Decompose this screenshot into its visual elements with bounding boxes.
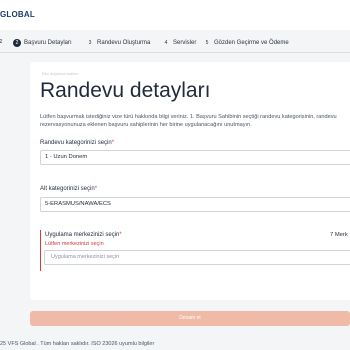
step-3[interactable]: 3 Randevu Oluşturma	[86, 39, 151, 47]
top-bar: GLOBAL	[0, 0, 350, 30]
step-1[interactable]: iz	[0, 39, 2, 45]
step-number: 4	[164, 40, 168, 46]
center-field-group: Uygulama merkezinizi seçin* Lütfen merke…	[40, 230, 350, 271]
required-mark: *	[111, 140, 115, 146]
subcategory-label-text: Alt kategorinizi seçin	[40, 186, 95, 192]
required-mark: *	[94, 186, 98, 192]
step-number: 3	[88, 40, 92, 46]
continue-button[interactable]: Devam et	[30, 311, 350, 326]
appointment-details-card: Eko dağıtıma katılım Randevu detayları L…	[30, 62, 350, 300]
steps-divider	[0, 52, 350, 53]
required-mark: *	[119, 232, 122, 238]
step-number: 2	[13, 39, 21, 47]
progress-steps: iz 2 Başvuru Detayları 3 Randevu Oluştur…	[0, 36, 350, 52]
center-label: Uygulama merkezinizi seçin*	[45, 232, 122, 238]
card-caption: Eko dağıtıma katılım	[42, 71, 79, 76]
center-error-message: Lütfen merkezinizi seçin	[45, 241, 104, 247]
subcategory-select-value: 5-ERASMUS/NAWA/ECS	[45, 201, 111, 207]
centers-count-note: 7 Merk	[330, 232, 348, 238]
center-select-placeholder: Uygulama merkezinizi seçin	[51, 254, 120, 260]
page-title: Randevu detayları	[40, 79, 211, 102]
subcategory-select[interactable]: 5-ERASMUS/NAWA/ECS	[40, 197, 350, 212]
step-number: 5	[205, 40, 209, 46]
step-2[interactable]: 2 Başvuru Detayları	[13, 39, 72, 47]
step-label: iz	[0, 39, 3, 45]
step-5[interactable]: 5 Gözden Geçirme ve Ödeme	[203, 39, 289, 47]
step-label: Randevu Oluşturma	[97, 40, 151, 46]
category-select[interactable]: 1 - Uzun Donem	[40, 150, 350, 165]
category-select-value: 1 - Uzun Donem	[45, 154, 88, 160]
step-label: Başvuru Detayları	[24, 40, 72, 46]
step-4[interactable]: 4 Servisler	[162, 39, 197, 47]
footer-text: 25 VFS Global . Tüm hakları saklıdır. IS…	[0, 341, 155, 347]
center-select[interactable]: Uygulama merkezinizi seçin	[44, 250, 350, 265]
center-label-text: Uygulama merkezinizi seçin	[45, 232, 120, 238]
step-label: Gözden Geçirme ve Ödeme	[214, 40, 289, 46]
category-label-text: Randevu kategorinizi seçin	[40, 140, 112, 146]
subcategory-label: Alt kategorinizi seçin*	[40, 186, 97, 192]
category-label: Randevu kategorinizi seçin*	[40, 140, 114, 146]
brand-logo[interactable]: GLOBAL	[0, 10, 35, 19]
step-label: Servisler	[173, 40, 197, 46]
intro-text: Lütfen başvurmak istediğiniz vize türü h…	[40, 114, 337, 128]
